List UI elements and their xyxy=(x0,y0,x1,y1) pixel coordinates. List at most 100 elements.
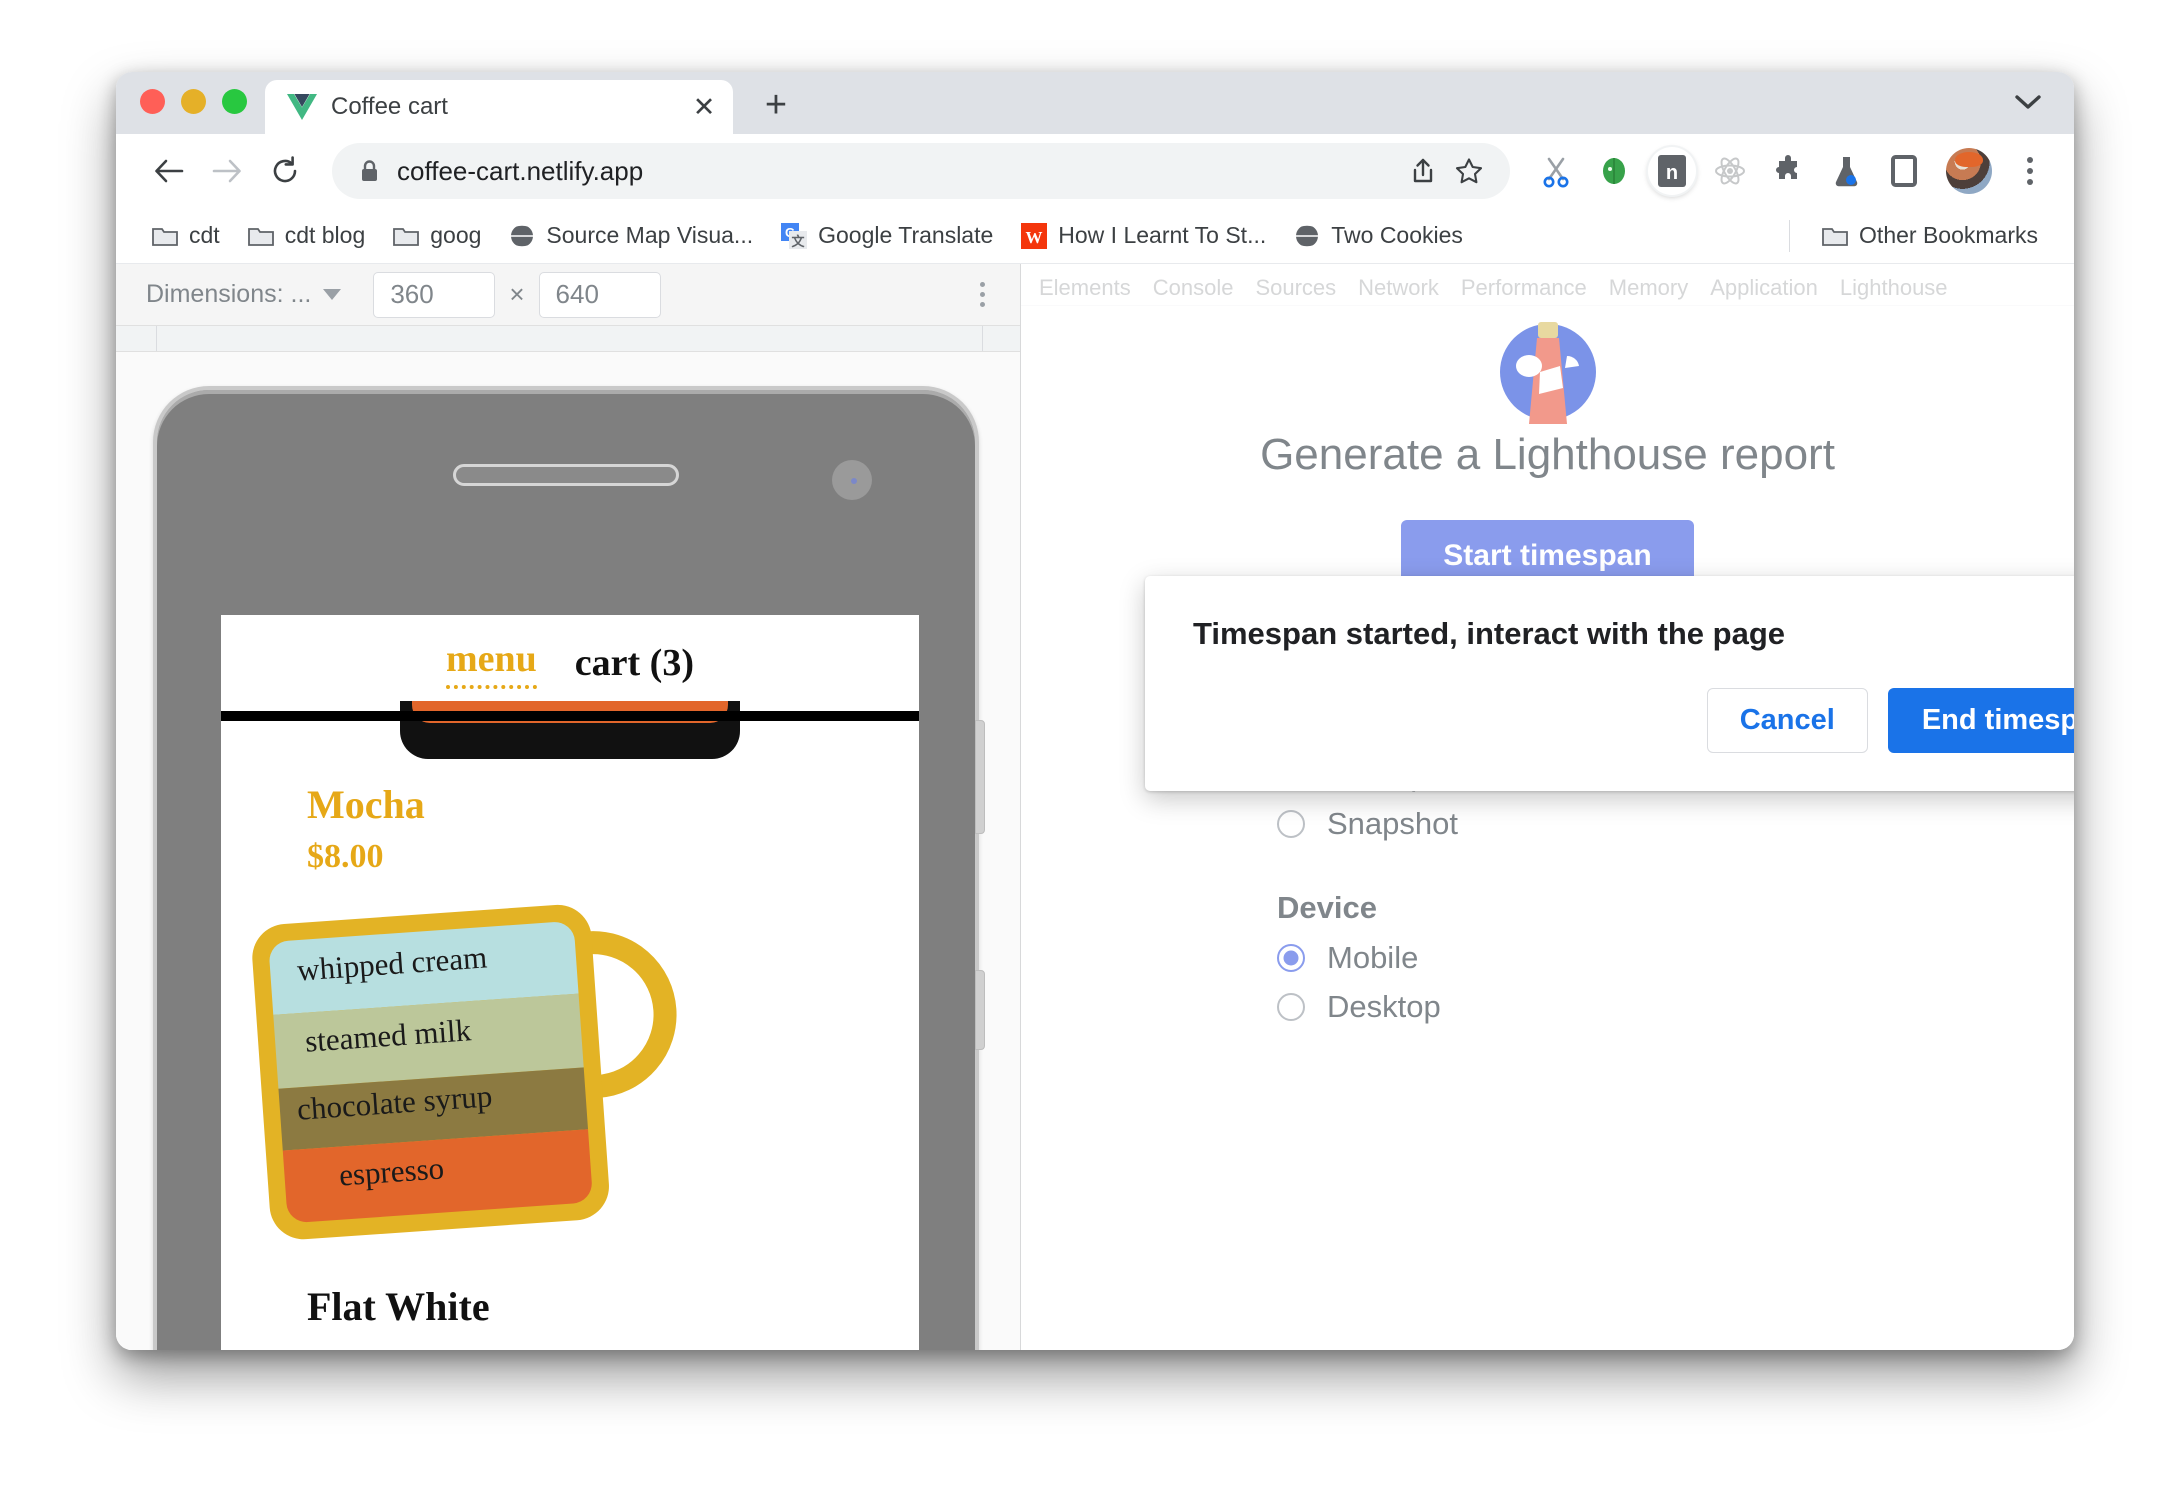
bookmark-item[interactable]: cdt xyxy=(140,215,232,256)
w-icon: W xyxy=(1021,222,1048,249)
lighthouse-icon xyxy=(1499,322,1596,424)
bookmark-label: cdt blog xyxy=(284,222,366,248)
react-devtools-extension-icon[interactable] xyxy=(1706,147,1754,195)
tab-application[interactable]: Application xyxy=(1710,275,1818,305)
browser-tab-coffee-cart[interactable]: Coffee cart ✕ xyxy=(265,80,733,134)
lighthouse-title: Generate a Lighthouse report xyxy=(1260,430,1835,479)
lighthouse-start-view: Generate a Lighthouse report Start times… xyxy=(1021,306,2074,1350)
folder-icon xyxy=(1822,223,1848,249)
flask-extension-icon[interactable] xyxy=(1822,147,1870,195)
radio-icon-selected[interactable] xyxy=(1277,944,1305,972)
tab-performance[interactable]: Performance xyxy=(1461,275,1587,305)
dialog-actions: Cancel End timespan xyxy=(1193,688,2074,753)
window-traffic-lights xyxy=(116,89,265,134)
device-option-desktop[interactable]: Desktop xyxy=(1277,989,2074,1025)
cup-layer-label: espresso xyxy=(337,1150,446,1193)
bookmark-item[interactable]: W How I Learnt To St... xyxy=(1009,215,1278,256)
folder-icon xyxy=(393,223,420,249)
tab-console[interactable]: Console xyxy=(1153,275,1234,305)
item-name: Mocha xyxy=(307,782,425,827)
bookmark-item[interactable]: Two Cookies xyxy=(1282,215,1475,256)
tab-strip: Coffee cart ✕ + xyxy=(116,72,2074,134)
phone-camera-icon xyxy=(832,460,872,500)
radio-icon[interactable] xyxy=(1277,993,1305,1021)
phone-power-button xyxy=(975,970,985,1050)
bookmarks-divider xyxy=(1789,219,1791,252)
mode-option-snapshot[interactable]: Snapshot xyxy=(1277,806,2074,842)
bookmark-item[interactable]: G 文 Google Translate xyxy=(769,215,1005,256)
cancel-button[interactable]: Cancel xyxy=(1706,688,1868,753)
other-bookmarks-button[interactable]: Other Bookmarks xyxy=(1810,215,2050,256)
ruler-tick xyxy=(982,326,983,351)
device-width-input[interactable]: 360 xyxy=(373,271,496,318)
lighthouse-panel: Elements Console Sources Network Perform… xyxy=(1021,264,2074,1350)
star-icon[interactable] xyxy=(1446,148,1492,194)
three-dot-menu-icon[interactable] xyxy=(2008,149,2052,193)
bookmark-label: Source Map Visua... xyxy=(546,222,754,248)
tab-elements[interactable]: Elements xyxy=(1039,275,1131,305)
device-section: Device Mobile Desktop xyxy=(1277,890,2074,1025)
maximize-window-button[interactable] xyxy=(222,89,247,114)
notion-extension-icon[interactable]: n xyxy=(1648,147,1696,195)
tab-lighthouse[interactable]: Lighthouse xyxy=(1840,275,1948,305)
dimensions-separator: × xyxy=(509,279,525,309)
reload-icon[interactable] xyxy=(258,144,312,198)
device-toolbar-more-button[interactable] xyxy=(962,275,1002,315)
device-option-mobile[interactable]: Mobile xyxy=(1277,940,2074,976)
bookmark-label: goog xyxy=(430,222,482,248)
new-tab-button[interactable]: + xyxy=(751,80,801,130)
chevron-down-icon[interactable] xyxy=(2008,82,2048,122)
ruler-tick xyxy=(156,326,157,351)
svg-text:n: n xyxy=(1666,162,1678,184)
device-section-head: Device xyxy=(1277,890,2074,926)
globe-icon xyxy=(509,223,536,249)
folder-icon xyxy=(247,223,274,249)
minimize-window-button[interactable] xyxy=(181,89,206,114)
puzzle-extensions-icon[interactable] xyxy=(1764,147,1812,195)
lock-icon xyxy=(360,159,379,183)
svg-text:文: 文 xyxy=(792,234,806,249)
device-emulation-pane: Dimensions: ... 360 × 640 menu cart (3) … xyxy=(116,264,1021,1350)
devtools-tab-bar: Elements Console Sources Network Perform… xyxy=(1021,264,2074,306)
vue-favicon-icon xyxy=(287,94,317,120)
radio-icon[interactable] xyxy=(1277,810,1305,838)
dimensions-dropdown[interactable]: Dimensions: ... xyxy=(140,276,347,313)
back-arrow-icon[interactable] xyxy=(142,144,196,198)
device-height-input[interactable]: 640 xyxy=(538,271,661,318)
nav-link-cart[interactable]: cart (3) xyxy=(575,641,694,685)
bookmarks-bar: cdt cdt blog goog Source Map Visua... 文 … xyxy=(116,208,2074,264)
mocha-cup-illustration[interactable]: whipped cream steamed milk chocolate syr… xyxy=(221,902,919,1257)
phone-speaker xyxy=(453,464,679,486)
green-leaf-extension-icon[interactable] xyxy=(1590,147,1638,195)
bookmark-label: How I Learnt To St... xyxy=(1058,222,1267,248)
device-ruler xyxy=(116,326,1020,352)
dialog-message: Timespan started, interact with the page xyxy=(1193,616,1786,651)
scissors-extension-icon[interactable] xyxy=(1532,147,1580,195)
share-icon[interactable] xyxy=(1400,148,1446,194)
bookmark-item[interactable]: Source Map Visua... xyxy=(497,215,765,256)
folder-icon xyxy=(152,223,178,249)
device-title: Device xyxy=(1277,890,1377,925)
bookmark-label: Google Translate xyxy=(818,222,994,248)
url-text: coffee-cart.netlify.app xyxy=(397,155,644,186)
google-translate-icon: G 文 xyxy=(781,222,808,249)
profile-avatar[interactable] xyxy=(1946,148,1992,194)
tab-sources[interactable]: Sources xyxy=(1255,275,1336,305)
device-option-label: Desktop xyxy=(1327,989,1441,1024)
side-panel-icon[interactable] xyxy=(1880,147,1928,195)
address-bar[interactable]: coffee-cart.netlify.app xyxy=(332,143,1510,199)
close-window-button[interactable] xyxy=(140,89,165,114)
device-option-label: Mobile xyxy=(1327,940,1419,975)
previous-item-cup-partial xyxy=(400,701,740,759)
forward-arrow-icon xyxy=(200,144,254,198)
close-tab-button[interactable]: ✕ xyxy=(687,90,721,124)
end-timespan-button[interactable]: End timespan xyxy=(1887,688,2074,753)
caret-down-icon xyxy=(323,289,342,300)
emulated-page: menu cart (3) Mocha $8.00 whipped cream … xyxy=(221,615,919,1350)
bookmark-item[interactable]: cdt blog xyxy=(236,215,378,256)
tab-memory[interactable]: Memory xyxy=(1609,275,1688,305)
tab-network[interactable]: Network xyxy=(1358,275,1439,305)
bookmark-item[interactable]: goog xyxy=(381,215,493,256)
nav-link-menu[interactable]: menu xyxy=(446,637,537,689)
menu-item-flat-white[interactable]: Flat White xyxy=(221,1257,919,1330)
